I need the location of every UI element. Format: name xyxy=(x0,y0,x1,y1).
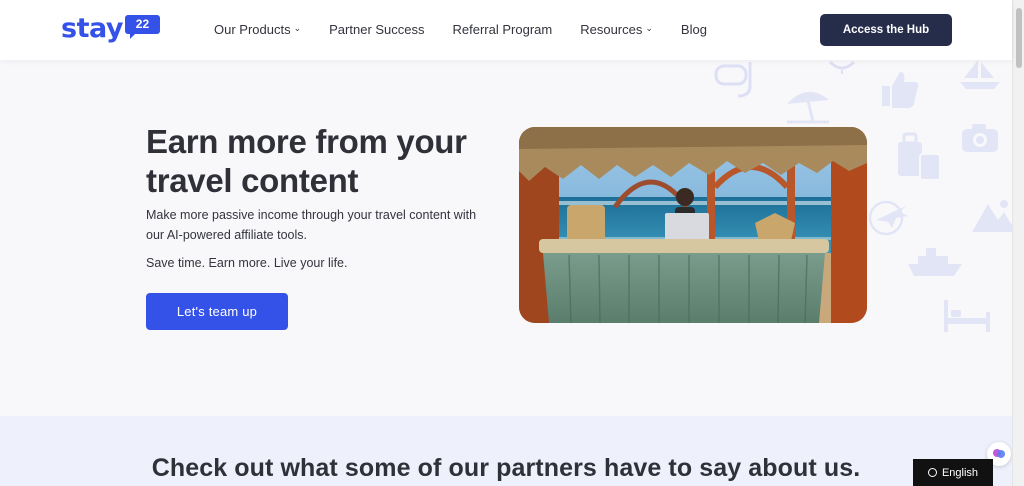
nav-item-label: Referral Program xyxy=(452,22,553,37)
language-switcher[interactable]: English xyxy=(913,459,993,486)
page-scrollbar[interactable] xyxy=(1012,0,1024,486)
logo-badge: 22 xyxy=(124,15,160,39)
nav-our-products[interactable]: Our Products ⌄ xyxy=(214,22,301,37)
lets-team-up-button[interactable]: Let's team up xyxy=(146,293,288,330)
stay22-logo[interactable]: stay 22 xyxy=(61,14,160,44)
nav-item-label: Partner Success xyxy=(329,22,425,37)
hero-title: Earn more from your travel content xyxy=(146,123,467,199)
hero-photo-illustration xyxy=(519,127,867,323)
language-label: English xyxy=(941,466,979,479)
sailboat-icon xyxy=(960,60,1000,89)
site-header: stay 22 Our Products ⌄ Partner Success R… xyxy=(0,0,1012,60)
scrollbar-thumb[interactable] xyxy=(1016,8,1022,68)
nav-item-label: Blog xyxy=(680,22,707,37)
nav-referral-program[interactable]: Referral Program xyxy=(453,22,553,37)
thumbs-up-icon xyxy=(882,72,919,108)
luggage-icon xyxy=(898,132,941,181)
nav-blog[interactable]: Blog xyxy=(681,22,707,37)
access-hub-button[interactable]: Access the Hub xyxy=(820,14,952,46)
chevron-down-icon: ⌄ xyxy=(293,23,302,33)
hero-tagline: Save time. Earn more. Live your life. xyxy=(146,256,348,270)
globe-icon xyxy=(927,468,937,477)
beach-umbrella-icon xyxy=(787,91,829,124)
airplane-icon xyxy=(868,200,908,236)
snorkel-mask-icon xyxy=(714,62,752,98)
nav-item-label: Our Products xyxy=(214,22,291,37)
nav-resources[interactable]: Resources ⌄ xyxy=(580,22,653,37)
chat-icon xyxy=(993,449,1005,458)
logo-wordmark: stay xyxy=(61,13,123,44)
nav-partner-success[interactable]: Partner Success xyxy=(329,22,424,37)
partners-section: Check out what some of our partners have… xyxy=(0,416,1012,486)
nav-item-label: Resources xyxy=(580,22,643,37)
sun-icon xyxy=(828,60,856,74)
mountains-icon xyxy=(972,200,1016,232)
hero-description: Make more passive income through your tr… xyxy=(146,208,477,242)
cruise-ship-icon xyxy=(908,248,962,276)
chevron-down-icon: ⌄ xyxy=(645,23,653,33)
camera-icon xyxy=(962,124,998,152)
hero-beach-photo xyxy=(519,127,867,323)
main-nav: Our Products ⌄ Partner Success Referral … xyxy=(214,22,707,37)
partners-heading: Check out what some of our partners have… xyxy=(151,454,861,482)
bed-icon xyxy=(944,300,990,332)
